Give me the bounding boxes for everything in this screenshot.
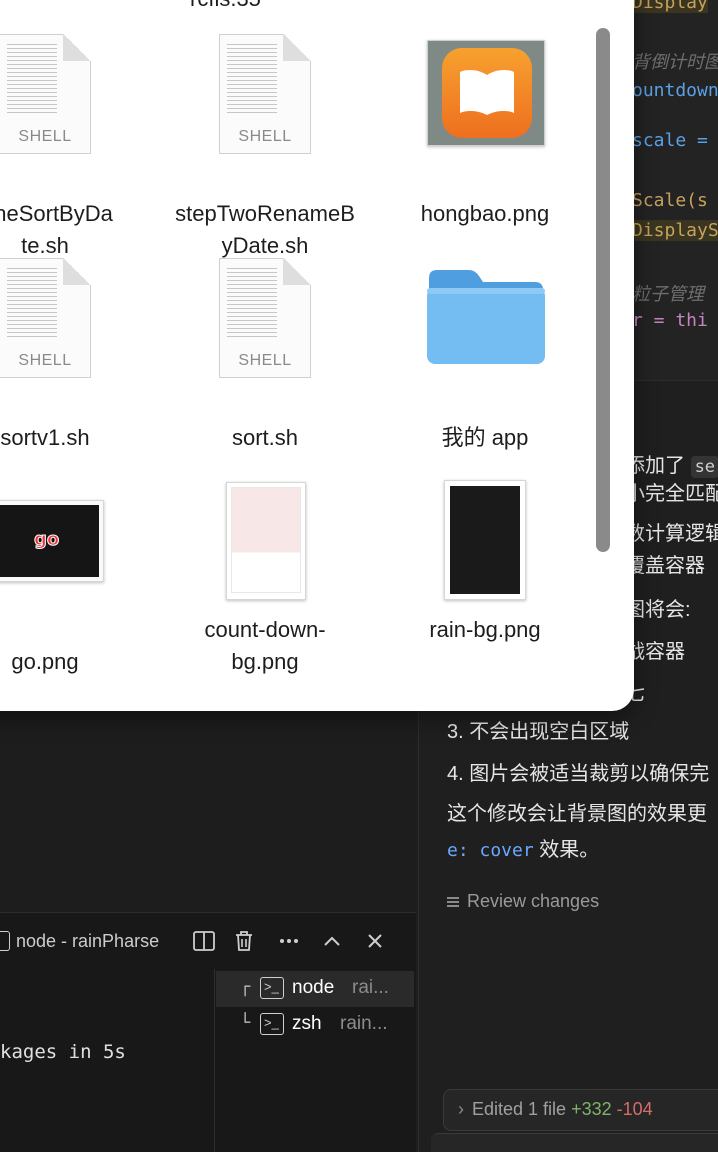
shell-document-icon: SHELL	[219, 258, 311, 378]
chat-line: e: cover 效果。	[447, 839, 600, 861]
more-icon[interactable]	[275, 927, 303, 955]
folder-icon	[427, 270, 545, 364]
code-chip: se	[690, 456, 718, 478]
image-thumbnail	[226, 482, 306, 600]
terminal-panel: node - rainPharse kages in 5s ┌ >_ node …	[0, 912, 416, 1152]
code-line: r = thi	[632, 310, 708, 331]
file-name: sort.sh	[231, 425, 299, 450]
shell-document-icon: SHELL	[0, 34, 91, 154]
lines-added-count: +332	[571, 1099, 612, 1119]
finder-window: rcfis.35 SHELL OneSortByDa te.sh SHELL s…	[0, 0, 634, 711]
finder-scrollbar[interactable]	[596, 28, 610, 552]
terminal-session-list: ┌ >_ node rai... └ >_ zsh rain...	[216, 969, 416, 1152]
file-name: count-down-	[204, 617, 326, 642]
terminal-prompt-icon: >_	[260, 1013, 284, 1035]
code-line: DisplayS	[632, 220, 718, 241]
file-name: sortv1.sh	[0, 425, 90, 450]
chat-line: 数计算逻辑	[625, 523, 718, 545]
file-name: go.png	[11, 649, 79, 674]
terminal-session-zsh[interactable]: └ >_ zsh rain...	[216, 1007, 414, 1043]
chat-line: 战容器	[625, 641, 685, 663]
inline-code: e: cover	[447, 840, 534, 861]
terminal-session-node[interactable]: ┌ >_ node rai...	[216, 971, 414, 1007]
chat-line: 3. 不会出现空白区域	[447, 721, 630, 743]
chat-line: 添加了 se	[625, 449, 718, 478]
chat-line: 小完全匹配	[625, 483, 718, 505]
terminal-toolbar: node - rainPharse	[0, 913, 416, 969]
chat-input-area[interactable]	[431, 1133, 718, 1152]
code-line: Scale(s	[632, 190, 708, 211]
chat-line: 这个修改会让背景图的效果更	[447, 803, 707, 825]
review-changes-button[interactable]: Review changes	[447, 891, 599, 912]
file-label-partial: rcfis.35	[190, 0, 261, 12]
shell-document-icon: SHELL	[219, 34, 311, 154]
file-name: stepTwoRenameB	[175, 201, 355, 226]
terminal-icon	[0, 931, 10, 951]
file-name: 我的 app	[441, 425, 529, 450]
file-name: hongbao.png	[420, 201, 550, 226]
editor-background	[0, 700, 416, 912]
chat-line: 图将会:	[625, 599, 691, 621]
image-thumbnail	[444, 480, 526, 600]
chat-line: 覆盖容器	[625, 555, 705, 577]
book-app-icon	[427, 40, 545, 146]
code-comment: 粒子管理	[632, 284, 704, 305]
file-name: rain-bg.png	[429, 617, 541, 642]
file-name: bg.png	[231, 649, 299, 674]
file-name: OneSortByDa	[0, 201, 113, 226]
terminal-divider[interactable]	[214, 969, 215, 1152]
code-comment: 背倒计时图	[632, 52, 718, 73]
shell-document-icon: SHELL	[0, 258, 91, 378]
split-terminal-icon[interactable]	[190, 927, 218, 955]
chevron-up-icon[interactable]	[318, 927, 346, 955]
lines-removed-count: -104	[616, 1099, 653, 1119]
chat-line: 4. 图片会被适当裁剪以确保完	[447, 763, 710, 785]
trash-icon[interactable]	[230, 927, 258, 955]
terminal-title[interactable]: node - rainPharse	[0, 931, 159, 952]
go-image-thumbnail: go	[0, 500, 104, 582]
edited-files-summary[interactable]: › Edited 1 file +332 -104	[443, 1089, 718, 1131]
code-line: ountdown	[632, 80, 718, 101]
code-line: Display	[632, 0, 708, 13]
chevron-right-icon: ›	[458, 1099, 464, 1119]
terminal-prompt-icon: >_	[260, 977, 284, 999]
code-line: scale =	[632, 130, 708, 151]
terminal-output[interactable]: kages in 5s	[0, 1041, 126, 1063]
code-editor[interactable]: Display 背倒计时图 ountdown scale = Scale(s D…	[620, 0, 718, 380]
close-icon[interactable]	[361, 927, 389, 955]
list-icon	[447, 897, 459, 907]
